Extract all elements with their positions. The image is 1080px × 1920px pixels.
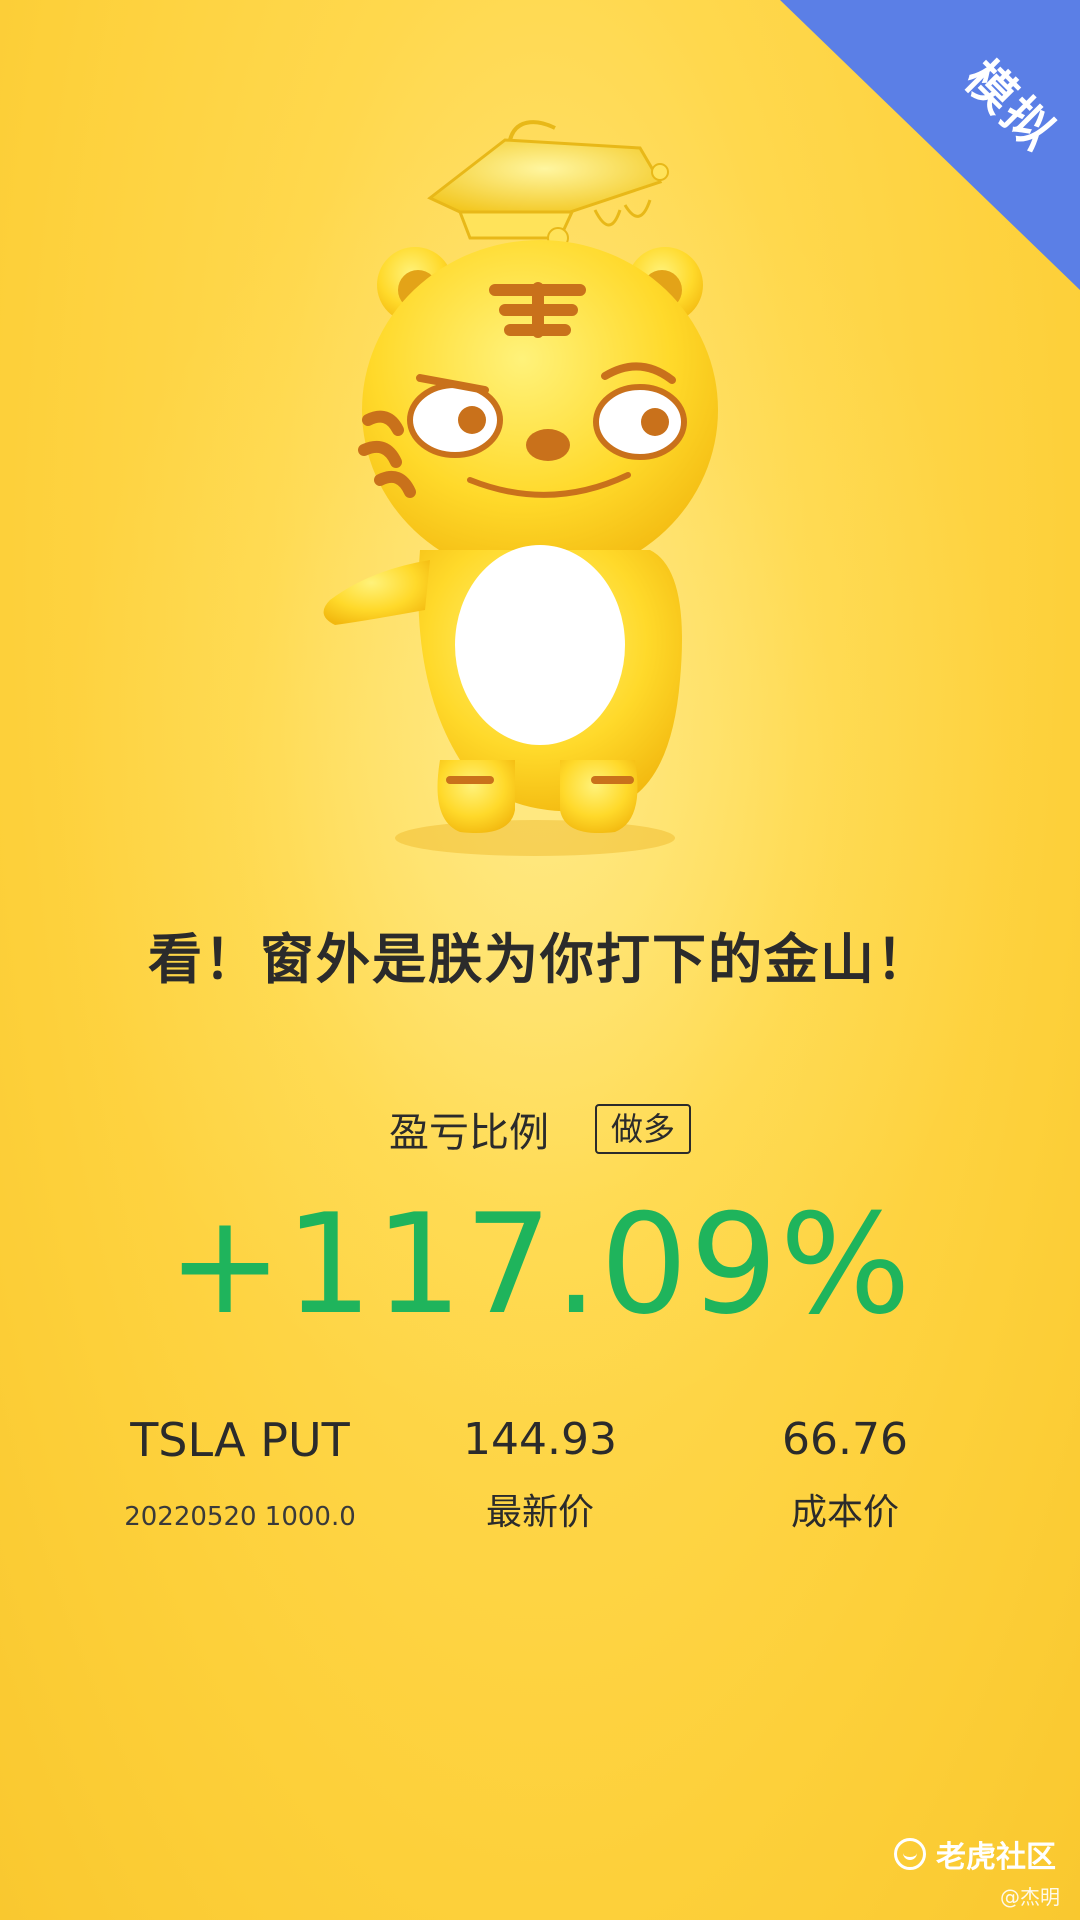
profit-loss-value: +117.09% [167,1184,913,1345]
symbol-column: TSLA PUT 20220520 1000.0 [120,1410,360,1542]
brand-name: 老虎社区 [936,1840,1056,1875]
simulated-badge: 模拟 [780,0,1080,290]
cost-price-value: 66.76 [782,1414,908,1465]
latest-price-value: 144.93 [463,1414,617,1465]
cost-price-label: 成本价 [790,1492,899,1533]
symbol-text: TSLA PUT [130,1413,350,1467]
position-stats: TSLA PUT 20220520 1000.0 144.93 最新价 66.7… [0,1410,1080,1550]
brand-watermark: 老虎社区 [894,1832,1056,1876]
latest-price-column: 144.93 最新价 [440,1410,640,1538]
latest-price-label: 最新价 [485,1492,594,1533]
contract-text: 20220520 1000.0 [124,1502,356,1532]
slogan-text: 看！窗外是朕为你打下的金山！ [148,928,932,991]
direction-tag: 做多 [594,1104,691,1154]
profit-loss-header: 盈亏比例 做多 [0,1100,1080,1158]
author-handle: @杰明 [1000,1885,1060,1909]
cost-price-column: 66.76 成本价 [745,1410,945,1538]
profit-loss-label: 盈亏比例 [388,1110,549,1156]
tiger-community-logo-icon [894,1838,926,1870]
tiger-mascot-icon [323,120,718,856]
